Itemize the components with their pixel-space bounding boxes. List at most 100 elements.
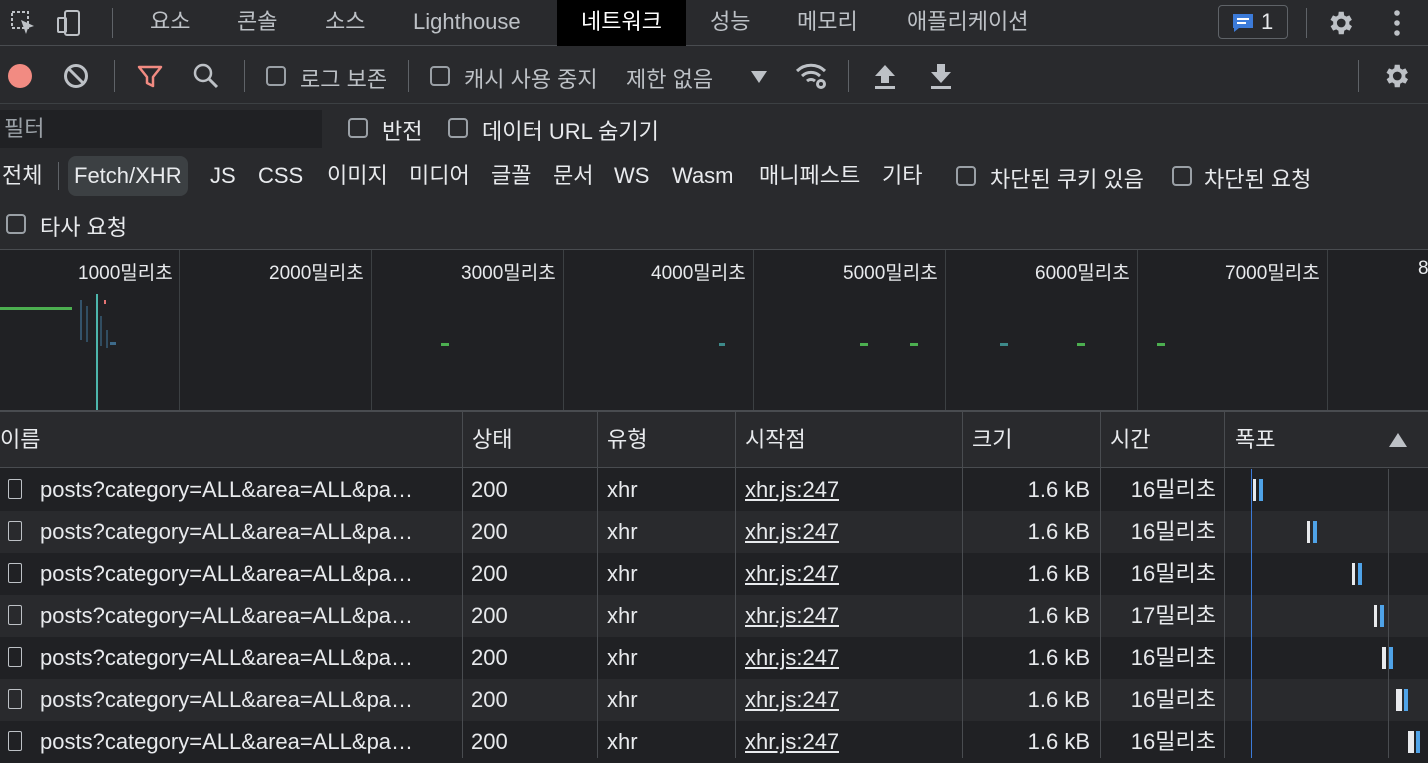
request-initiator-link[interactable]: xhr.js:247 (745, 595, 839, 637)
settings-gear-icon[interactable] (1322, 5, 1358, 41)
blocked-requests-checkbox[interactable] (1172, 166, 1192, 186)
column-header-initiator[interactable]: 시작점 (745, 412, 806, 468)
request-name: posts?category=ALL&area=ALL&pa… (40, 477, 414, 502)
request-status: 200 (471, 561, 508, 586)
search-icon[interactable] (190, 60, 222, 92)
request-status: 200 (471, 603, 508, 628)
request-initiator-link[interactable]: xhr.js:247 (745, 637, 839, 679)
network-overview[interactable]: 1000밀리초 2000밀리초 3000밀리초 4000밀리초 5000밀리초 … (0, 250, 1428, 412)
type-filter-other[interactable]: 기타 (882, 156, 922, 196)
type-filter-wasm[interactable]: Wasm (672, 156, 734, 196)
inspect-element-icon[interactable] (6, 6, 40, 40)
column-header-status[interactable]: 상태 (472, 412, 512, 468)
waterfall-bar (1253, 479, 1256, 501)
request-size: 1.6 kB (1027, 561, 1090, 586)
table-row[interactable]: posts?category=ALL&area=ALL&pa… 200 xhr … (0, 637, 1428, 679)
type-filter-image[interactable]: 이미지 (327, 156, 388, 196)
overview-marker-line (96, 294, 98, 410)
overview-tick: 3000밀리초 (461, 263, 556, 284)
column-header-size[interactable]: 크기 (972, 412, 1012, 468)
preserve-log-checkbox[interactable] (266, 66, 286, 86)
blocked-cookies-checkbox[interactable] (956, 166, 976, 186)
tab-application[interactable]: 애플리케이션 (907, 0, 1028, 46)
devtools-tab-bar: 요소 콘솔 소스 Lighthouse 네트워크 성능 메모리 애플리케이션 1 (0, 0, 1428, 46)
tab-lighthouse[interactable]: Lighthouse (413, 0, 521, 46)
column-header-time[interactable]: 시간 (1110, 412, 1150, 468)
third-party-checkbox[interactable] (6, 214, 26, 234)
disable-cache-checkbox[interactable] (430, 66, 450, 86)
hide-data-urls-checkbox[interactable] (448, 118, 468, 138)
request-initiator-link[interactable]: xhr.js:247 (745, 511, 839, 553)
tab-console[interactable]: 콘솔 (237, 0, 277, 46)
issues-button[interactable]: 1 (1218, 5, 1288, 39)
file-icon (8, 521, 22, 541)
waterfall-bar (1380, 605, 1384, 627)
overview-tick: 6000밀리초 (1035, 263, 1130, 284)
tab-network[interactable]: 네트워크 (557, 0, 686, 46)
type-filter-fetch-xhr[interactable]: Fetch/XHR (68, 156, 188, 196)
table-row[interactable]: posts?category=ALL&area=ALL&pa… 200 xhr … (0, 679, 1428, 721)
request-initiator-link[interactable]: xhr.js:247 (745, 469, 839, 511)
type-filter-ws[interactable]: WS (614, 156, 649, 196)
request-type: xhr (607, 561, 638, 586)
chevron-down-icon[interactable] (746, 64, 772, 90)
waterfall-bar (1408, 731, 1414, 753)
network-settings-gear-icon[interactable] (1378, 58, 1414, 94)
tab-memory[interactable]: 메모리 (797, 0, 858, 46)
overview-tick: 1000밀리초 (78, 263, 173, 284)
type-filter-manifest[interactable]: 매니페스트 (759, 156, 860, 196)
filter-input[interactable] (0, 110, 322, 148)
request-type: xhr (607, 603, 638, 628)
file-icon (8, 689, 22, 709)
network-conditions-icon[interactable] (794, 60, 830, 92)
request-name: posts?category=ALL&area=ALL&pa… (40, 603, 414, 628)
device-toolbar-icon[interactable] (52, 6, 86, 40)
third-party-label: 타사 요청 (40, 215, 128, 240)
table-row[interactable]: posts?category=ALL&area=ALL&pa… 200 xhr … (0, 595, 1428, 637)
table-row[interactable]: posts?category=ALL&area=ALL&pa… 200 xhr … (0, 511, 1428, 553)
type-filter-media[interactable]: 미디어 (409, 156, 470, 196)
column-header-waterfall[interactable]: 폭포 (1235, 412, 1275, 468)
request-name: posts?category=ALL&area=ALL&pa… (40, 561, 414, 586)
export-har-icon[interactable] (926, 60, 956, 92)
blocked-requests-label: 차단된 요청 (1204, 167, 1312, 192)
sort-ascending-icon[interactable] (1388, 430, 1408, 450)
filter-icon[interactable] (134, 60, 166, 92)
type-filter-js[interactable]: JS (210, 156, 236, 196)
type-filter-all[interactable]: 전체 (2, 156, 42, 196)
type-filter-font[interactable]: 글꼴 (491, 156, 531, 196)
table-row[interactable]: posts?category=ALL&area=ALL&pa… 200 xhr … (0, 469, 1428, 511)
request-status: 200 (471, 687, 508, 712)
more-options-icon[interactable] (1382, 5, 1412, 41)
request-initiator-link[interactable]: xhr.js:247 (745, 721, 839, 763)
throttling-select[interactable]: 제한 없음 (626, 62, 713, 94)
waterfall-bar (1307, 521, 1310, 543)
request-type: xhr (607, 687, 638, 712)
request-time: 16밀리초 (1130, 561, 1216, 586)
waterfall-bar (1374, 605, 1377, 627)
record-button[interactable] (4, 60, 36, 92)
request-initiator-link[interactable]: xhr.js:247 (745, 553, 839, 595)
column-header-type[interactable]: 유형 (607, 412, 647, 468)
invert-checkbox[interactable] (348, 118, 368, 138)
tab-sources[interactable]: 소스 (325, 0, 365, 46)
column-header-name[interactable]: 이름 (0, 412, 40, 468)
type-filter-doc[interactable]: 문서 (553, 156, 593, 196)
type-filter-css[interactable]: CSS (258, 156, 303, 196)
request-initiator-link[interactable]: xhr.js:247 (745, 679, 839, 721)
waterfall-dom-content-line (1251, 469, 1252, 758)
issues-count: 1 (1261, 9, 1274, 34)
tab-elements[interactable]: 요소 (150, 0, 190, 46)
file-icon (8, 563, 22, 583)
request-name: posts?category=ALL&area=ALL&pa… (40, 729, 414, 754)
import-har-icon[interactable] (870, 60, 900, 92)
clear-icon[interactable] (60, 60, 92, 92)
request-name: posts?category=ALL&area=ALL&pa… (40, 645, 414, 670)
table-row[interactable]: posts?category=ALL&area=ALL&pa… 200 xhr … (0, 721, 1428, 763)
invert-label: 반전 (382, 119, 423, 144)
tab-performance[interactable]: 성능 (710, 0, 750, 46)
table-row[interactable]: posts?category=ALL&area=ALL&pa… 200 xhr … (0, 553, 1428, 595)
request-type: xhr (607, 645, 638, 670)
request-size: 1.6 kB (1027, 687, 1090, 712)
disable-cache-label: 캐시 사용 중지 (464, 67, 598, 92)
